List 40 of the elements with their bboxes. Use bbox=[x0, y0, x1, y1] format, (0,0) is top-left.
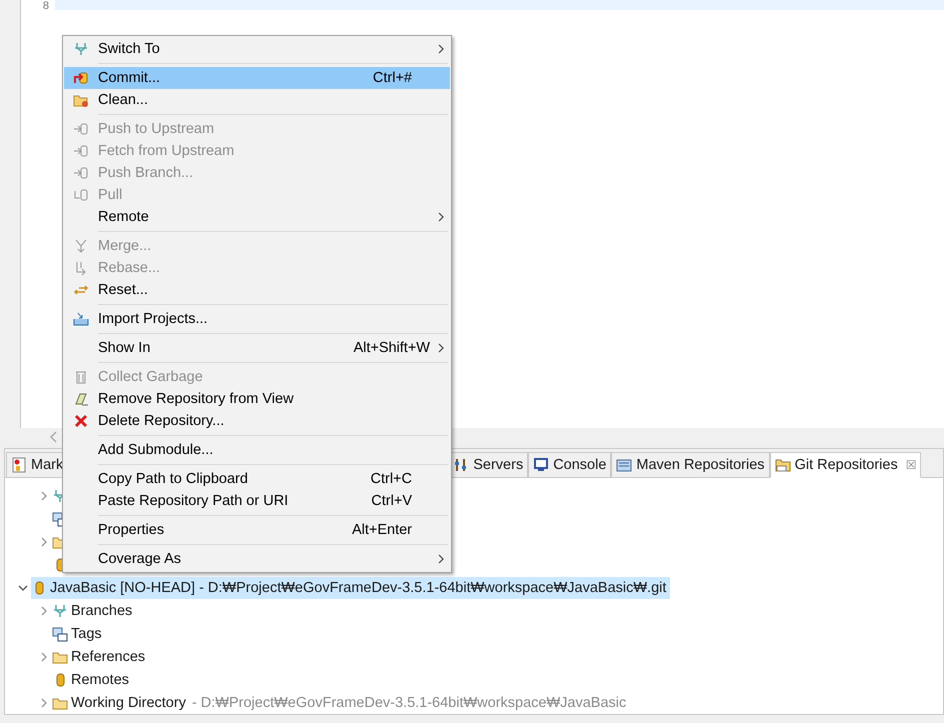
console-icon bbox=[533, 457, 550, 473]
commit-icon bbox=[73, 70, 89, 86]
markers-icon bbox=[11, 457, 27, 473]
menu-item[interactable]: Switch To bbox=[64, 38, 450, 60]
eraser-icon bbox=[73, 391, 89, 407]
maven-icon bbox=[616, 457, 632, 473]
view-tab[interactable]: Maven Repositories bbox=[611, 452, 770, 477]
tree-item[interactable]: Working Directory - D:₩Project₩eGovFrameDev-3.5.1-64bit₩workspace₩JavaBasic bbox=[52, 692, 630, 714]
menu-item[interactable]: Commit... Ctrl+# bbox=[64, 67, 450, 89]
view-tab[interactable]: Git Repositories ☒ bbox=[770, 452, 922, 478]
scroll-left-icon[interactable] bbox=[50, 431, 58, 443]
import-icon bbox=[73, 311, 89, 327]
menu-item[interactable]: Clean... bbox=[64, 89, 450, 111]
tree-item[interactable]: Remotes bbox=[52, 668, 134, 690]
view-tab[interactable]: Console bbox=[528, 452, 612, 477]
menu-item[interactable]: Reset... bbox=[64, 279, 450, 301]
tree-item[interactable]: References bbox=[52, 646, 150, 668]
menu-item[interactable]: Show In Alt+Shift+W bbox=[64, 337, 450, 359]
push-icon bbox=[73, 121, 89, 137]
tree-item[interactable]: Branches bbox=[52, 600, 136, 622]
push-icon bbox=[73, 143, 89, 159]
push-icon bbox=[73, 165, 89, 181]
tree-item[interactable]: JavaBasic [NO-HEAD] - D:₩Project₩eGovFrameDev-3.5.1-64bit₩workspace₩JavaBasic₩.git bbox=[31, 576, 670, 598]
menu-item[interactable]: Paste Repository Path or URI Ctrl+V bbox=[64, 490, 450, 512]
tags-icon bbox=[52, 626, 68, 642]
menu-item[interactable]: Remove Repository from View bbox=[64, 388, 450, 410]
line-number: 8 bbox=[42, 0, 49, 12]
branches-icon bbox=[73, 41, 89, 57]
close-icon[interactable]: ☒ bbox=[906, 458, 916, 472]
menu-item[interactable]: Properties Alt+Enter bbox=[64, 519, 450, 541]
delete-icon bbox=[73, 413, 89, 429]
tree-item[interactable]: Tags bbox=[52, 622, 106, 644]
pull-icon bbox=[73, 187, 89, 203]
git-folder-icon bbox=[774, 457, 791, 473]
branches-icon bbox=[52, 602, 68, 618]
trash-icon bbox=[73, 369, 89, 385]
menu-item[interactable]: Remote bbox=[64, 206, 450, 228]
menu-item[interactable]: Import Projects... bbox=[64, 308, 450, 330]
merge-icon bbox=[73, 238, 89, 254]
menu-item[interactable]: Coverage As bbox=[64, 548, 450, 570]
